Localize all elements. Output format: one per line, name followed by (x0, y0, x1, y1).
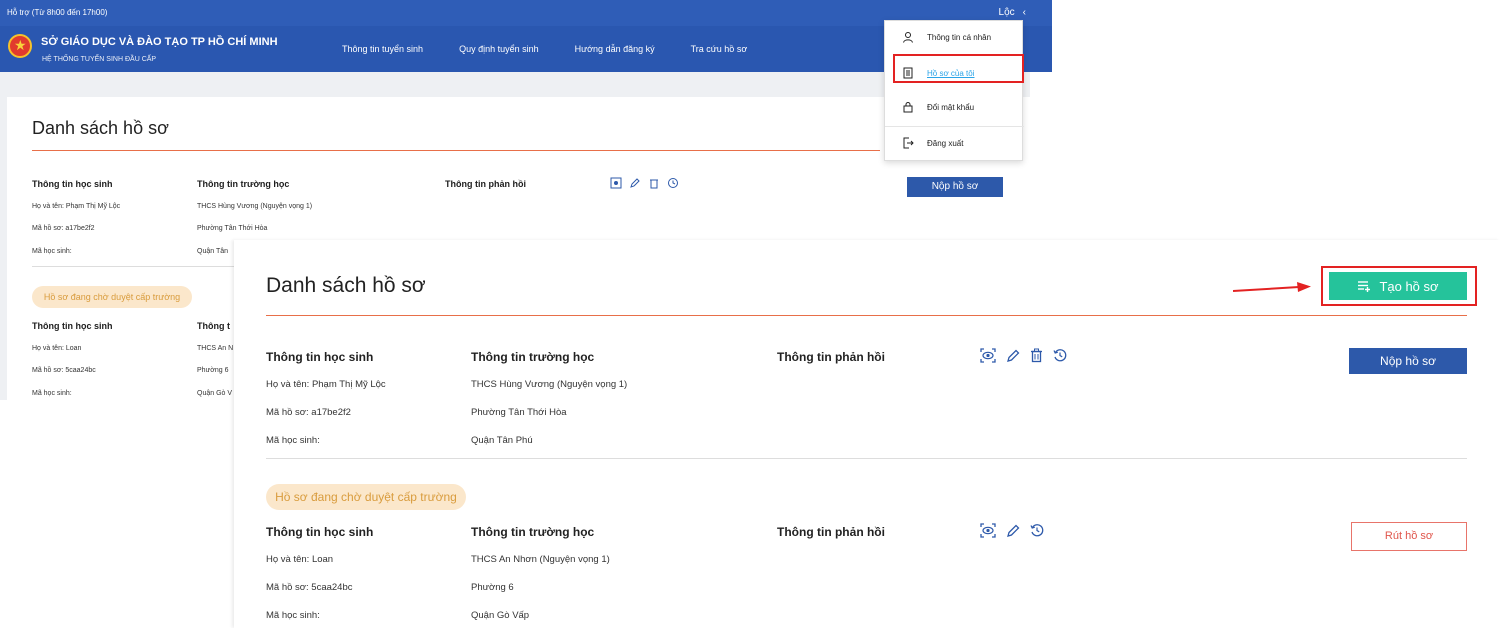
record2-col-student: Thông tin học sinh (266, 525, 374, 539)
menu-item-label: Đăng xuất (927, 139, 964, 148)
user-dropdown-toggle[interactable]: Lộc ‹ (999, 7, 1026, 18)
menu-item-change-password[interactable]: Đổi mật khẩu (885, 91, 1024, 125)
record1-name: Họ và tên: Phạm Thị Mỹ Lộc (266, 379, 386, 390)
edit-icon[interactable] (1006, 523, 1020, 538)
record2-ward: Phường 6 (471, 582, 514, 593)
menu-item-profile[interactable]: Thông tin cá nhân (885, 21, 1024, 55)
chevron-left-icon: ‹ (1022, 7, 1026, 18)
record1-student-id: Mã học sinh: (266, 435, 320, 446)
page-title: Danh sách hồ sơ (266, 274, 426, 297)
bg-record2-school: THCS An N (197, 345, 234, 352)
history-icon[interactable] (1030, 523, 1044, 538)
bg-record2-name: Họ và tên: Loan (32, 345, 82, 352)
record2-code: Mã hồ sơ: 5caa24bc (266, 582, 353, 593)
pointer-arrow-icon (1233, 282, 1311, 292)
record2-col-school: Thông tin trường học (471, 525, 595, 539)
nav-item-lookup[interactable]: Tra cứu hồ sơ (691, 44, 748, 54)
nav-item-registration-guide[interactable]: Hướng dẫn đăng ký (575, 44, 655, 54)
bg-record2-col-school: Thông t (197, 321, 230, 331)
view-icon[interactable] (980, 348, 996, 363)
bg-record2-code: Mã hồ sơ: 5caa24bc (32, 367, 96, 374)
bg-record1-district: Quận Tân (197, 248, 229, 255)
bg-record1-actions (610, 177, 679, 189)
bg-col-feedback: Thông tin phản hồi (445, 179, 526, 189)
bg-col-school: Thông tin trường học (197, 179, 290, 189)
menu-item-label: Đổi mật khẩu (927, 103, 975, 112)
title-divider (266, 315, 1467, 316)
highlight-box-my-records (893, 54, 1024, 83)
record1-code: Mã hồ sơ: a17be2f2 (266, 407, 351, 418)
emblem-logo (8, 34, 32, 58)
history-icon[interactable] (667, 177, 679, 189)
nav-item-admission-info[interactable]: Thông tin tuyển sinh (342, 44, 423, 54)
bg-record1-code: Mã hồ sơ: a17be2f2 (32, 225, 95, 232)
support-hours: Hỗ trợ (Từ 8h00 đến 17h00) (7, 8, 108, 17)
user-menu: Thông tin cá nhân Hồ sơ của tôi Đổi mật … (884, 20, 1024, 161)
bg-record2-district: Quận Gò V (197, 390, 233, 397)
bg-record1-student-id: Mã học sinh: (32, 248, 72, 255)
logout-icon (903, 137, 914, 149)
user-icon (903, 32, 913, 43)
bg-record2-student-id: Mã học sinh: (32, 390, 72, 397)
record1-actions (980, 348, 1067, 363)
user-name: Lộc (998, 7, 1015, 18)
system-name: HỆ THỐNG TUYỂN SINH ĐẦU CẤP (42, 56, 157, 63)
main-nav: Thông tin tuyển sinh Quy định tuyển sinh… (342, 44, 783, 54)
bg-record1-school: THCS Hùng Vương (Nguyện vọng 1) (197, 203, 313, 210)
create-record-button[interactable]: Tạo hồ sơ (1329, 272, 1467, 300)
record-divider (266, 458, 1467, 459)
record2-col-feedback: Thông tin phản hồi (777, 525, 885, 539)
edit-icon[interactable] (1006, 348, 1020, 363)
status-badge: Hồ sơ đang chờ duyệt cấp trường (266, 484, 466, 510)
background-title-divider (32, 150, 880, 151)
bg-status-badge: Hồ sơ đang chờ duyệt cấp trường (32, 286, 192, 308)
withdraw-record-button[interactable]: Rút hồ sơ (1351, 522, 1467, 551)
menu-item-label: Thông tin cá nhân (927, 33, 992, 42)
record1-col-feedback: Thông tin phản hồi (777, 350, 885, 364)
record2-actions (980, 523, 1044, 538)
bg-col-student: Thông tin học sinh (32, 179, 113, 189)
view-icon[interactable] (980, 523, 996, 538)
view-icon[interactable] (610, 177, 622, 189)
bg-record2-ward: Phường 6 (197, 367, 229, 374)
nav-item-admission-rules[interactable]: Quy định tuyển sinh (459, 44, 539, 54)
create-record-label: Tạo hồ sơ (1379, 278, 1439, 294)
record2-student-id: Mã học sinh: (266, 610, 320, 621)
bg-record1-name: Họ và tên: Phạm Thị Mỹ Lộc (32, 203, 121, 210)
delete-icon[interactable] (648, 177, 660, 189)
record1-col-student: Thông tin học sinh (266, 350, 374, 364)
delete-icon[interactable] (1030, 348, 1043, 363)
submit-record-button[interactable]: Nộp hồ sơ (1349, 348, 1467, 374)
record1-ward: Phường Tân Thới Hòa (471, 407, 567, 418)
lock-icon (903, 102, 913, 113)
record1-district: Quận Tân Phú (471, 435, 533, 446)
background-page-title: Danh sách hồ sơ (32, 118, 169, 138)
bg-submit-button[interactable]: Nộp hồ sơ (907, 177, 1003, 197)
zoomed-panel (234, 240, 1500, 628)
menu-item-logout[interactable]: Đăng xuất (885, 127, 1024, 161)
history-icon[interactable] (1053, 348, 1067, 363)
record2-district: Quận Gò Vấp (471, 610, 530, 621)
add-list-icon (1358, 281, 1371, 292)
record2-name: Họ và tên: Loan (266, 554, 334, 565)
record1-col-school: Thông tin trường học (471, 350, 595, 364)
bg-record2-col-student: Thông tin học sinh (32, 321, 113, 331)
org-name: SỞ GIÁO DỤC VÀ ĐÀO TẠO TP HỒ CHÍ MINH (41, 36, 278, 48)
edit-icon[interactable] (629, 177, 641, 189)
record2-school: THCS An Nhơn (Nguyện vọng 1) (471, 554, 610, 565)
record1-school: THCS Hùng Vương (Nguyện vọng 1) (471, 379, 628, 390)
bg-record1-ward: Phường Tân Thới Hòa (197, 225, 268, 232)
